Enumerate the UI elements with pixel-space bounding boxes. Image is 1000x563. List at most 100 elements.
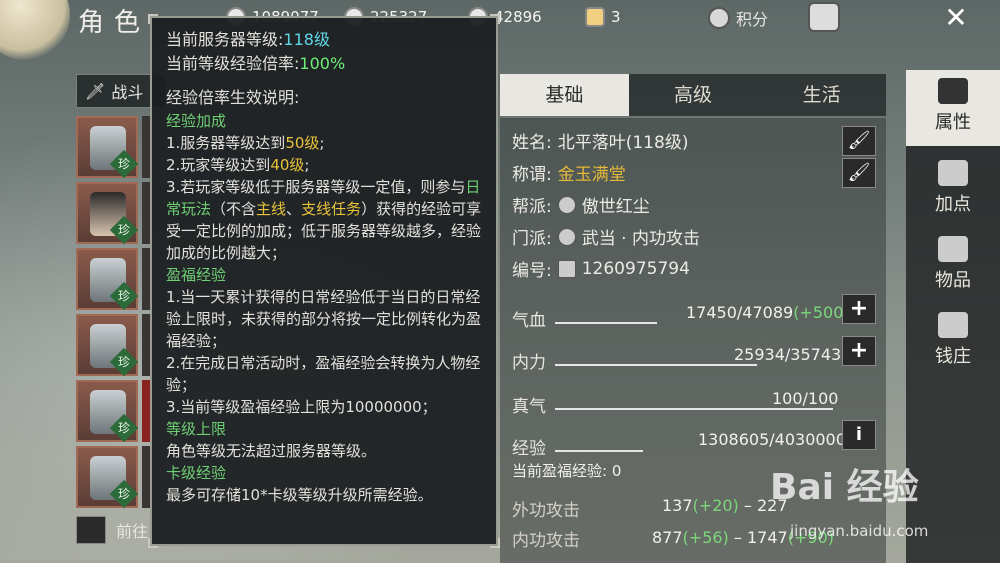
- equip-slot-boots[interactable]: 珍: [76, 446, 139, 509]
- title-value: 金玉满堂: [557, 165, 626, 185]
- attribute-tabs: 基础 高级 生活: [500, 74, 886, 116]
- sidenav-item-points[interactable]: 加点: [906, 152, 1000, 228]
- id-value: 1260975794: [581, 258, 690, 279]
- qi-bar: [555, 408, 833, 410]
- section-exp-bonus-line: 3.若玩家等级低于服务器等级一定值，则参与日常玩法（不含主线、支线任务）获得的经…: [166, 178, 482, 262]
- section-bonus-exp-line: 1.当一天累计获得的日常经验低于当日的日常经验上限时，未获得的部分将按一定比例转…: [166, 288, 482, 350]
- explain-title: 经验倍率生效说明:: [166, 88, 300, 107]
- money-bag-icon: [938, 312, 968, 338]
- score-icon: [708, 7, 730, 29]
- close-icon[interactable]: ✕: [940, 4, 972, 32]
- sidenav-item-bank[interactable]: 钱庄: [906, 304, 1000, 380]
- exp-rate-tooltip: 当前服务器等级:118级 当前等级经验倍率:100% 经验倍率生效说明: 经验加…: [148, 14, 500, 548]
- exp-label: 经验: [512, 439, 546, 459]
- server-level-line: 当前服务器等级:118级: [166, 30, 330, 49]
- tab-advanced[interactable]: 高级: [629, 74, 758, 116]
- inner-attack-label: 内功攻击: [512, 531, 580, 551]
- bag-icon: [938, 236, 968, 262]
- section-bonus-exp-line: 3.当前等级盈福经验上限为10000000；: [166, 398, 437, 416]
- section-bonus-exp-title: 盈福经验: [166, 266, 227, 284]
- equip-slot-armor[interactable]: 珍: [76, 248, 139, 311]
- section-exp-bonus-title: 经验加成: [166, 112, 227, 130]
- sidenav-label: 属性: [935, 112, 971, 133]
- watermark-url: jingyan.baidu.com: [790, 522, 929, 540]
- sect-label: 门派:: [512, 229, 552, 249]
- exp-bar: [555, 450, 643, 452]
- equip-slot-belt[interactable]: 珍: [76, 314, 139, 377]
- sword-icon: 🗡: [85, 81, 106, 101]
- equip-slot-head[interactable]: 珍: [76, 182, 139, 245]
- mp-value: 25934/35743: [734, 345, 842, 364]
- section-bonus-exp-line: 2.在完成日常活动时，盈福经验会转换为人物经验；: [166, 354, 481, 394]
- exp-info-button[interactable]: i: [842, 420, 876, 450]
- slot-divider: [142, 380, 150, 442]
- guild-value: 傲世红尘: [581, 197, 650, 217]
- sliders-icon: [938, 160, 968, 186]
- sidenav-item-attributes[interactable]: 属性: [906, 70, 1000, 146]
- goto-label: 前往: [116, 522, 149, 541]
- equip-slot-legs[interactable]: 珍: [76, 380, 139, 443]
- name-value: 北平落叶(118级): [557, 133, 689, 153]
- section-exp-bonus-line: 2.玩家等级达到40级;: [166, 156, 310, 174]
- name-label: 姓名:: [512, 133, 552, 153]
- watermark-logo: Bai 经验: [770, 467, 919, 508]
- guild-label: 帮派:: [512, 197, 552, 217]
- section-level-cap-line: 角色等级无法超过服务器等级。: [166, 442, 377, 460]
- slot-divider: [142, 116, 150, 178]
- combat-label: 战斗: [111, 83, 144, 102]
- sidenav-label: 加点: [935, 194, 971, 215]
- hp-label: 气血: [512, 311, 546, 331]
- sidenav-label: 钱庄: [935, 346, 971, 367]
- sidenav-label: 物品: [935, 270, 971, 291]
- mp-add-button[interactable]: +: [842, 336, 876, 366]
- shirt-icon: [76, 516, 106, 544]
- exp-value: 1308605/4030000: [698, 430, 846, 449]
- currency-value: 3: [611, 8, 621, 26]
- tab-basic[interactable]: 基础: [500, 74, 629, 116]
- settings-gear-icon[interactable]: [808, 2, 840, 32]
- outer-attack-label: 外功攻击: [512, 501, 580, 521]
- tab-life[interactable]: 生活: [757, 74, 886, 116]
- hp-add-button[interactable]: +: [842, 294, 876, 324]
- sect-icon: [557, 227, 576, 246]
- qi-label: 真气: [512, 397, 546, 417]
- page-title: 角色: [78, 8, 151, 38]
- title-label: 称谓:: [512, 165, 552, 185]
- equip-slot-weapon[interactable]: 珍: [76, 116, 139, 179]
- exp-rate-line: 当前等级经验倍率:100%: [166, 54, 346, 73]
- bag-icon: [585, 7, 605, 27]
- slot-divider: [142, 446, 150, 508]
- score-label: 积分: [736, 10, 769, 29]
- goto-button[interactable]: 前往: [76, 516, 148, 544]
- slot-divider: [142, 182, 150, 244]
- bonus-exp-row: 当前盈福经验: 0: [512, 462, 622, 480]
- scroll-icon: [557, 259, 576, 278]
- profile-name-row: 姓名: 北平落叶(118级): [512, 128, 688, 153]
- profile-title-row: 称谓: 金玉满堂: [512, 160, 626, 185]
- outer-attack-value: 137(+20) – 227: [662, 496, 788, 515]
- currency-bag: 3: [585, 6, 621, 28]
- tooltip-corner: [148, 538, 158, 548]
- slot-divider: [142, 314, 150, 376]
- section-stored-exp-title: 卡级经验: [166, 464, 227, 482]
- qi-value: 100/100: [772, 389, 839, 408]
- tooltip-corner: [490, 538, 500, 548]
- moon-decoration: [0, 0, 70, 60]
- sidenav-item-items[interactable]: 物品: [906, 228, 1000, 304]
- edit-title-button[interactable]: 🖌: [842, 158, 876, 188]
- section-stored-exp-line: 最多可存储10*卡级等级升级所需经验。: [166, 486, 433, 504]
- tooltip-corner: [490, 14, 500, 24]
- hp-value: 17450/47089(+500): [686, 303, 850, 322]
- profile-guild-row: 帮派: 傲世红尘: [512, 192, 650, 217]
- hp-bar: [555, 322, 657, 324]
- mp-label: 内力: [512, 353, 546, 373]
- edit-name-button[interactable]: 🖌: [842, 126, 876, 156]
- score-button[interactable]: 积分: [708, 6, 768, 30]
- section-level-cap-title: 等级上限: [166, 420, 227, 438]
- section-exp-bonus-line: 1.服务器等级达到50级;: [166, 134, 325, 152]
- guild-icon: [557, 195, 576, 214]
- id-label: 编号:: [512, 261, 552, 281]
- mp-bar: [555, 364, 757, 366]
- scholar-hat-icon: [938, 78, 968, 104]
- tooltip-corner: [148, 14, 158, 24]
